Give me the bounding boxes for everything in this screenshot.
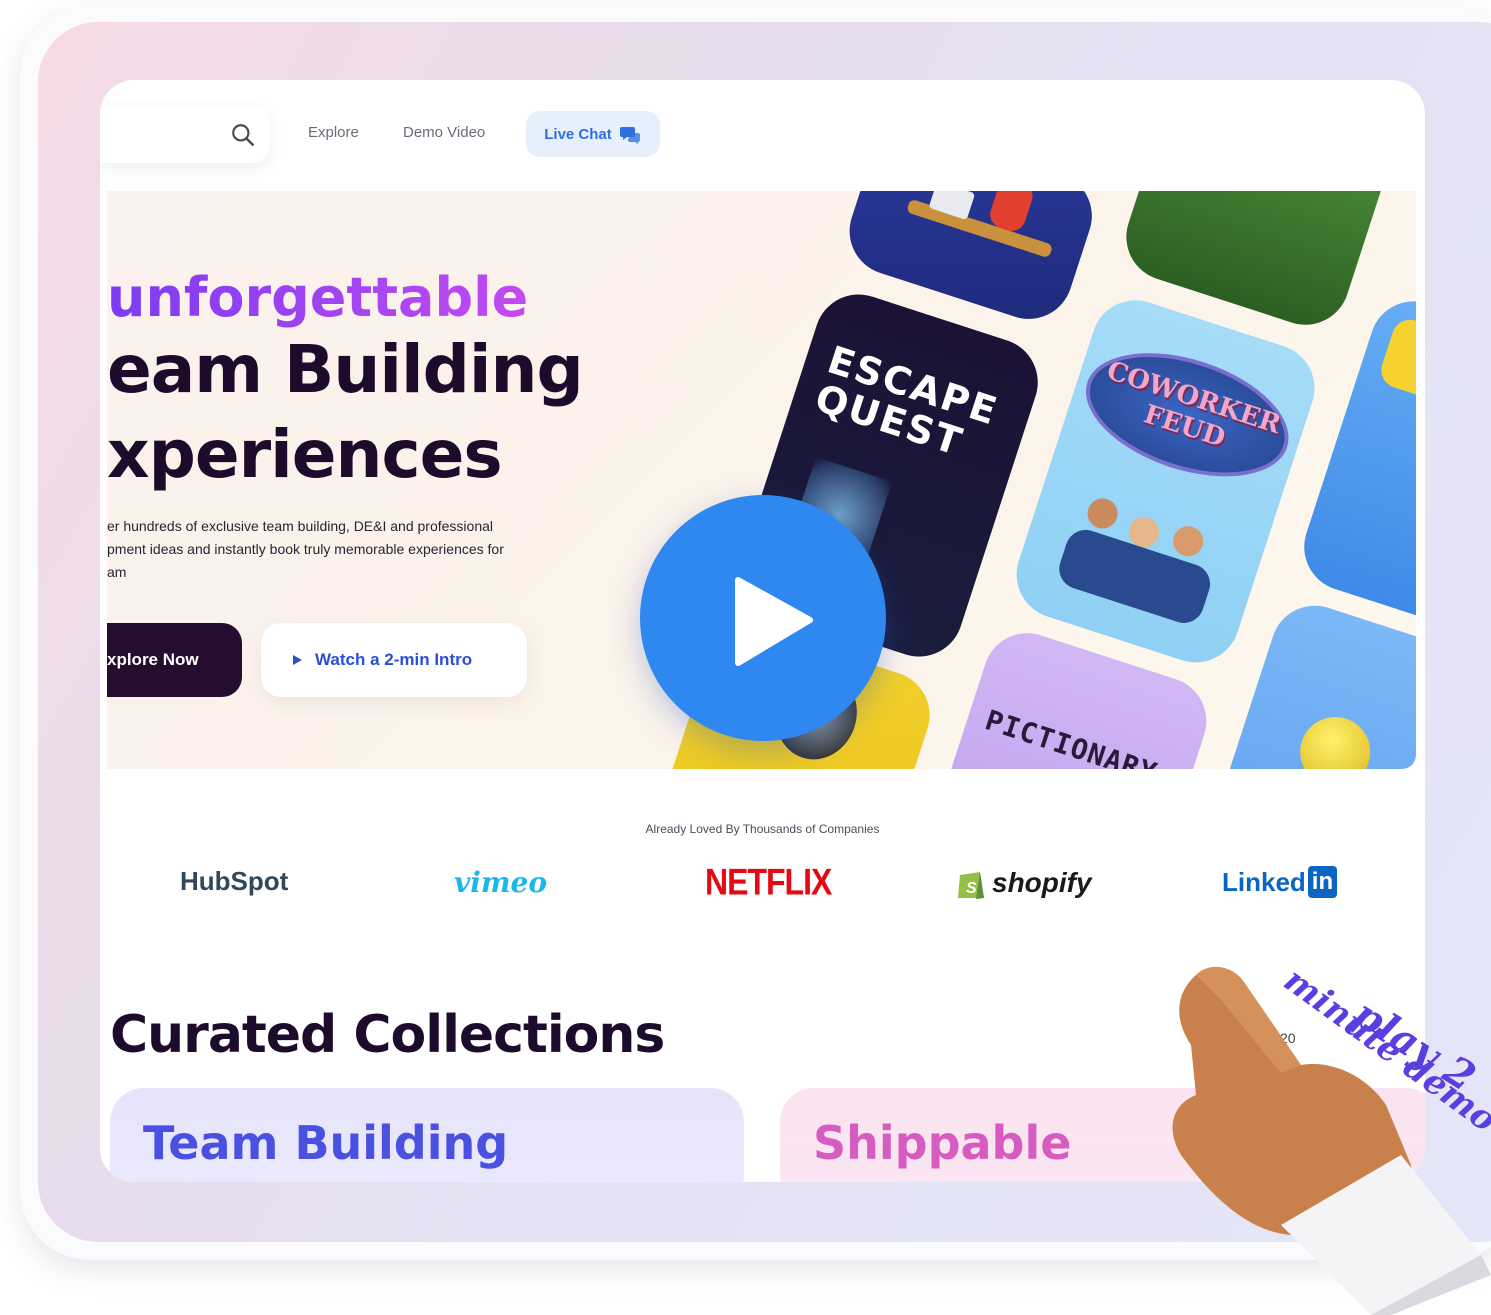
hero-headline-line3: xperiences — [107, 416, 503, 493]
play-small-icon — [293, 655, 302, 665]
shopify-bag-icon: S — [958, 872, 984, 899]
explore-now-button[interactable]: xplore Now — [107, 623, 242, 697]
linkedin-logo: Linked in — [1222, 866, 1338, 898]
logos-caption: Already Loved By Thousands of Companies — [645, 822, 880, 836]
pointing-hand-icon — [1172, 966, 1491, 1315]
shopify-logo: S shopify — [956, 866, 1092, 900]
nav-explore[interactable]: Explore — [308, 124, 359, 141]
hero-headline-accent: unforgettable — [107, 266, 529, 329]
hubspot-logo: HubSpot — [180, 866, 289, 896]
search-input[interactable] — [100, 107, 270, 163]
collection-team-building-label: Team Building — [143, 1116, 509, 1170]
nav-demo-video[interactable]: Demo Video — [403, 124, 485, 141]
play-icon — [735, 577, 813, 666]
card-coworker-feud[interactable]: COWORKER FEUD — [1005, 288, 1326, 674]
collection-shippable-label: Shippable — [813, 1116, 1072, 1170]
live-chat-button[interactable]: Live Chat — [526, 111, 660, 157]
live-chat-label: Live Chat — [544, 125, 612, 143]
linkedin-in-badge: in — [1307, 866, 1338, 898]
card-blue-printer[interactable] — [1292, 289, 1416, 647]
netflix-logo: NETFLIX — [705, 861, 832, 903]
search-icon[interactable] — [230, 122, 256, 148]
curated-collections-title: Curated Collections — [110, 1005, 665, 1065]
play-video-button[interactable] — [640, 495, 886, 741]
svg-text:S: S — [966, 880, 977, 897]
chat-bubbles-icon — [619, 127, 640, 144]
explore-now-label: xplore Now — [107, 650, 199, 669]
vimeo-logo: vimeo — [454, 866, 548, 899]
hero-headline-line2: eam Building — [107, 331, 584, 408]
hero-section: unforgettable eam Building xperiences er… — [107, 191, 1416, 769]
collection-card-team-building[interactable]: Team Building — [110, 1088, 744, 1182]
watch-intro-label: Watch a 2-min Intro — [315, 650, 473, 669]
pictionary-title: PICTIONARY — [981, 703, 1162, 769]
